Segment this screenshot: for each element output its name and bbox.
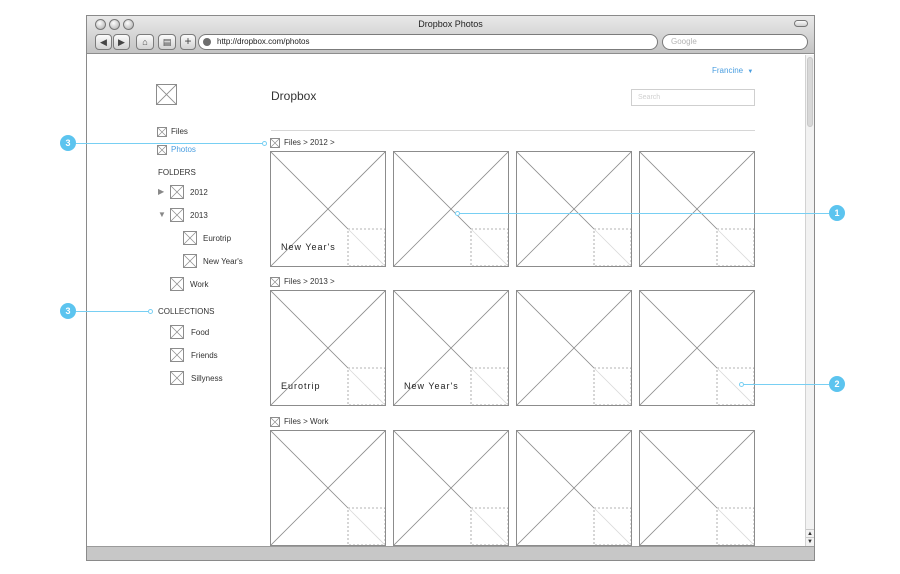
files-icon bbox=[157, 127, 167, 137]
folder-icon bbox=[183, 231, 197, 245]
callout-badge: 2 bbox=[829, 376, 845, 392]
callout-anchor-dot bbox=[455, 211, 460, 216]
photo-caption: Eurotrip bbox=[281, 381, 321, 391]
logo-placeholder-icon bbox=[156, 84, 177, 105]
add-bookmark-button[interactable]: + bbox=[180, 34, 196, 50]
sidebar-folder-item[interactable]: 2013 bbox=[190, 211, 208, 220]
photo-caption: New Year's bbox=[281, 242, 336, 252]
collections-heading: COLLECTIONS bbox=[158, 307, 215, 316]
photo-thumbnail[interactable] bbox=[516, 151, 632, 267]
browser-titlebar: Dropbox Photos ◀ ▶ ⌂ ▤ + http://dropbox.… bbox=[87, 16, 814, 54]
forward-arrow-icon: ▶ bbox=[118, 37, 125, 47]
expand-arrow-icon[interactable]: ▶ bbox=[158, 187, 164, 196]
forward-button[interactable]: ▶ bbox=[113, 34, 130, 50]
sidebar-folder-item[interactable]: 2012 bbox=[190, 188, 208, 197]
sidebar-folder-item[interactable]: Eurotrip bbox=[203, 234, 231, 243]
toolbar-toggle-button[interactable] bbox=[794, 20, 808, 27]
url-text: http://dropbox.com/photos bbox=[217, 37, 310, 46]
header-divider bbox=[271, 130, 755, 131]
scroll-down-arrow-icon[interactable]: ▼ bbox=[806, 537, 814, 545]
globe-icon bbox=[203, 38, 211, 46]
group-breadcrumb[interactable]: Files > 2012 > bbox=[284, 138, 335, 147]
folder-path-icon bbox=[270, 138, 280, 148]
sidebar-folder-item[interactable]: New Year's bbox=[203, 257, 243, 266]
search-input[interactable]: Search bbox=[631, 89, 755, 106]
scrollbar-thumb[interactable] bbox=[807, 57, 813, 127]
callout-anchor-dot bbox=[739, 382, 744, 387]
callout-leader-line bbox=[76, 143, 264, 144]
collection-icon bbox=[170, 371, 184, 385]
chevron-down-icon: ▼ bbox=[747, 69, 754, 75]
sidebar-item-files[interactable]: Files bbox=[171, 127, 188, 136]
photo-thumbnail[interactable] bbox=[516, 290, 632, 406]
print-button[interactable]: ▤ bbox=[158, 34, 176, 50]
callout-leader-line bbox=[457, 213, 829, 214]
window-title: Dropbox Photos bbox=[418, 19, 483, 29]
photo-thumbnail[interactable] bbox=[393, 151, 509, 267]
home-icon: ⌂ bbox=[142, 37, 148, 47]
home-button[interactable]: ⌂ bbox=[136, 34, 154, 50]
folder-path-icon bbox=[270, 277, 280, 287]
callout-badge: 3 bbox=[60, 303, 76, 319]
photo-caption: New Year's bbox=[404, 381, 459, 391]
callout-anchor-dot bbox=[148, 309, 153, 314]
sidebar-collection-item[interactable]: Food bbox=[191, 328, 209, 337]
print-icon: ▤ bbox=[162, 37, 172, 47]
sidebar-collection-item[interactable]: Sillyness bbox=[191, 374, 223, 383]
back-button[interactable]: ◀ bbox=[95, 34, 112, 50]
folders-heading: FOLDERS bbox=[158, 168, 196, 177]
photo-thumbnail[interactable] bbox=[516, 430, 632, 546]
photos-icon bbox=[157, 145, 167, 155]
status-bar bbox=[87, 546, 814, 560]
collapse-arrow-icon[interactable]: ▼ bbox=[158, 210, 166, 219]
folder-icon bbox=[183, 254, 197, 268]
browser-search-field[interactable]: Google bbox=[662, 34, 808, 50]
callout-leader-line bbox=[76, 311, 150, 312]
folder-icon bbox=[170, 208, 184, 222]
callout-leader-line bbox=[741, 384, 829, 385]
scroll-up-arrow-icon[interactable]: ▲ bbox=[806, 529, 814, 537]
sidebar-item-photos[interactable]: Photos bbox=[171, 145, 196, 154]
photo-thumbnail[interactable] bbox=[639, 151, 755, 267]
photo-thumbnail[interactable] bbox=[639, 430, 755, 546]
collection-icon bbox=[170, 348, 184, 362]
collection-icon bbox=[170, 325, 184, 339]
photo-thumbnail[interactable] bbox=[393, 430, 509, 546]
plus-icon: + bbox=[184, 34, 192, 48]
callout-anchor-dot bbox=[262, 141, 267, 146]
photo-thumbnail[interactable]: Eurotrip bbox=[270, 290, 386, 406]
vertical-scrollbar[interactable]: ▲ ▼ bbox=[805, 55, 814, 547]
folder-path-icon bbox=[270, 417, 280, 427]
photo-thumbnail[interactable] bbox=[639, 290, 755, 406]
callout-badge: 3 bbox=[60, 135, 76, 151]
user-menu[interactable]: Francine ▼ bbox=[712, 66, 753, 75]
sidebar-folder-item[interactable]: Work bbox=[190, 280, 209, 289]
folder-icon bbox=[170, 277, 184, 291]
url-bar[interactable]: http://dropbox.com/photos bbox=[198, 34, 658, 50]
photo-thumbnail[interactable]: New Year's bbox=[393, 290, 509, 406]
callout-badge: 1 bbox=[829, 205, 845, 221]
folder-icon bbox=[170, 185, 184, 199]
back-arrow-icon: ◀ bbox=[100, 37, 107, 47]
sidebar-collection-item[interactable]: Friends bbox=[191, 351, 218, 360]
photo-thumbnail[interactable]: New Year's bbox=[270, 151, 386, 267]
page-title: Dropbox bbox=[271, 89, 317, 103]
group-breadcrumb[interactable]: Files > 2013 > bbox=[284, 277, 335, 286]
group-breadcrumb[interactable]: Files > Work bbox=[284, 417, 329, 426]
user-name: Francine bbox=[712, 66, 744, 75]
photo-thumbnail[interactable] bbox=[270, 430, 386, 546]
